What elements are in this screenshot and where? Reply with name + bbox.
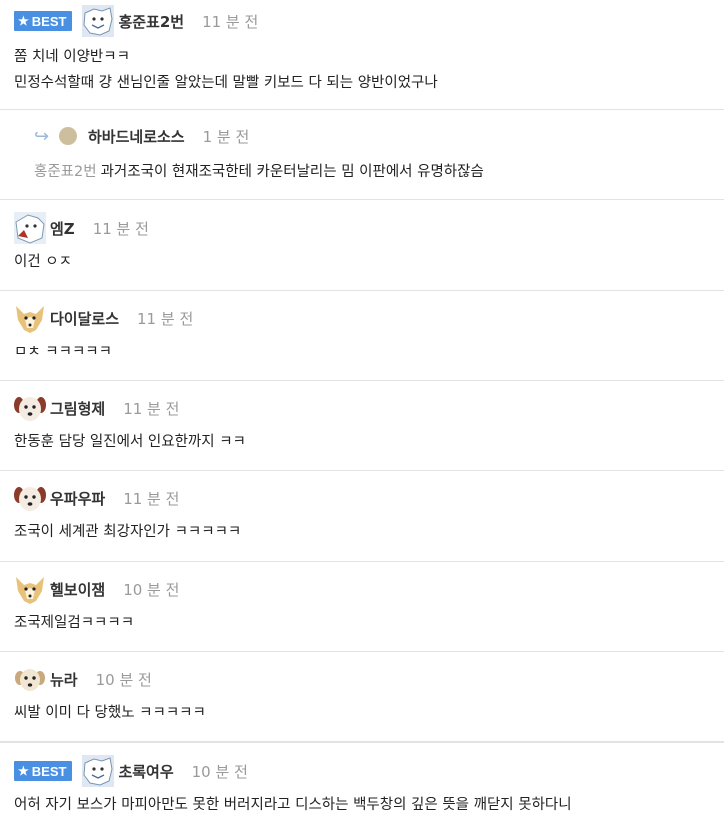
best-badge: ★ BEST [14,761,73,781]
comment-line: 씨발 이미 다 당했노 ㅋㅋㅋㅋㅋ [14,705,206,721]
nickname[interactable]: 그림형제 [50,398,105,419]
nickname[interactable]: 홍준표2번 [118,11,184,32]
user-avatar-icon[interactable] [82,755,115,787]
best-label: BEST [31,13,67,29]
mention-nickname[interactable]: 홍준표2번 [34,164,97,180]
comment-meta: ★ BEST 홍준표2번 11 분 전 [14,5,724,37]
comment-body: 어허 자기 보스가 마피아만도 못한 버러지라고 디스하는 백두창의 깊은 뜻을… [14,792,724,818]
comment-meta: 우파우파 11 분 전 [14,483,724,513]
nickname[interactable]: 헬보이잼 [50,579,105,600]
comment-item: ★ BEST 홍준표2번 11 분 전 쫌 치네 이양반ㅋㅋ 민정수석할때 걍 … [0,0,724,110]
comment-line: 조국제일검ㅋㅋㅋㅋ [14,615,135,631]
comment-line: 한동훈 담당 일진에서 인요한까지 ㅋㅋ [14,434,246,450]
user-avatar-icon[interactable] [14,392,46,424]
user-avatar-icon[interactable] [14,302,46,334]
user-avatar-icon[interactable] [58,126,78,146]
comment-item: 엠Z 11 분 전 이건 ㅇㅈ [0,200,724,291]
user-avatar-icon[interactable] [82,5,115,37]
comment-line: 과거조국이 현재조국한테 카운터날리는 밈 이판에서 유명하잖슴 [100,164,484,180]
comment-body: 조국이 세계관 최강자인가 ㅋㅋㅋㅋㅋ [14,519,724,545]
best-label: BEST [31,763,67,779]
comment-item: 다이달로스 11 분 전 ㅁㅊ ㅋㅋㅋㅋㅋ [0,291,724,381]
comment-time: 10 분 전 [123,580,180,599]
comment-line: 쫌 치네 이양반ㅋㅋ [14,49,130,65]
nickname[interactable]: 초록여우 [118,761,173,782]
comment-item: 뉴라 10 분 전 씨발 이미 다 당했노 ㅋㅋㅋㅋㅋ [0,652,724,742]
comment-body: 쫌 치네 이양반ㅋㅋ 민정수석할때 걍 샌님인줄 알았는데 말빨 키보드 다 되… [14,44,724,96]
comment-item: 우파우파 11 분 전 조국이 세계관 최강자인가 ㅋㅋㅋㅋㅋ [0,471,724,562]
comment-item: 그림형제 11 분 전 한동훈 담당 일진에서 인요한까지 ㅋㅋ [0,381,724,471]
comment-body: 조국제일검ㅋㅋㅋㅋ [14,610,724,636]
comment-line: 이건 ㅇㅈ [14,254,72,270]
star-icon: ★ [18,14,29,28]
comment-meta: ★ BEST 초록여우 10 분 전 [14,755,724,787]
comment-line: ㅁㅊ ㅋㅋㅋㅋㅋ [14,344,112,360]
nickname[interactable]: 뉴라 [50,669,78,690]
comment-time: 11 분 전 [137,309,194,328]
nickname[interactable]: 우파우파 [50,488,105,509]
user-avatar-icon[interactable] [14,212,46,244]
comment-line: 민정수석할때 걍 샌님인줄 알았는데 말빨 키보드 다 되는 양반이었구나 [14,75,438,91]
comment-time: 11 분 전 [123,399,180,418]
comment-body: 한동훈 담당 일진에서 인요한까지 ㅋㅋ [14,429,724,455]
comment-meta: 다이달로스 11 분 전 [14,303,724,333]
comment-time: 11 분 전 [92,219,149,238]
best-badge: ★ BEST [14,11,73,31]
user-avatar-icon[interactable] [14,663,46,695]
comment-meta: 그림형제 11 분 전 [14,393,724,423]
comment-time: 10 분 전 [95,670,152,689]
comment-meta: 헬보이잼 10 분 전 [14,574,724,604]
comment-body: 홍준표2번 과거조국이 현재조국한테 카운터날리는 밈 이판에서 유명하잖슴 [34,159,724,185]
comment-item: 헬보이잼 10 분 전 조국제일검ㅋㅋㅋㅋ [0,562,724,652]
comment-line: 조국이 세계관 최강자인가 ㅋㅋㅋㅋㅋ [14,524,242,540]
comment-body: 씨발 이미 다 당했노 ㅋㅋㅋㅋㅋ [14,700,724,726]
reply-arrow-icon: ↪ [34,125,50,147]
comment-time: 11 분 전 [123,489,180,508]
user-avatar-icon[interactable] [14,482,46,514]
comment-item: ★ BEST 초록여우 10 분 전 어허 자기 보스가 마피아만도 못한 버러… [0,742,724,832]
comment-time: 10 분 전 [191,762,248,781]
comment-line: 어허 자기 보스가 마피아만도 못한 버러지라고 디스하는 백두창의 깊은 뜻을… [14,797,572,813]
comment-body: 이건 ㅇㅈ [14,249,724,275]
comment-time: 1 분 전 [202,127,250,146]
comment-meta: 엠Z 11 분 전 [14,212,724,244]
reply-comment-item: ↪ 하바드네로소스 1 분 전 홍준표2번 과거조국이 현재조국한테 카운터날리는… [0,110,724,200]
nickname[interactable]: 다이달로스 [50,308,119,329]
comment-meta: 뉴라 10 분 전 [14,664,724,694]
comment-time: 11 분 전 [202,12,259,31]
nickname[interactable]: 하바드네로소스 [88,126,185,147]
nickname[interactable]: 엠Z [50,218,75,239]
comment-body: ㅁㅊ ㅋㅋㅋㅋㅋ [14,339,724,365]
star-icon: ★ [18,764,29,778]
user-avatar-icon[interactable] [14,573,46,605]
comment-meta: ↪ 하바드네로소스 1 분 전 [34,121,724,151]
